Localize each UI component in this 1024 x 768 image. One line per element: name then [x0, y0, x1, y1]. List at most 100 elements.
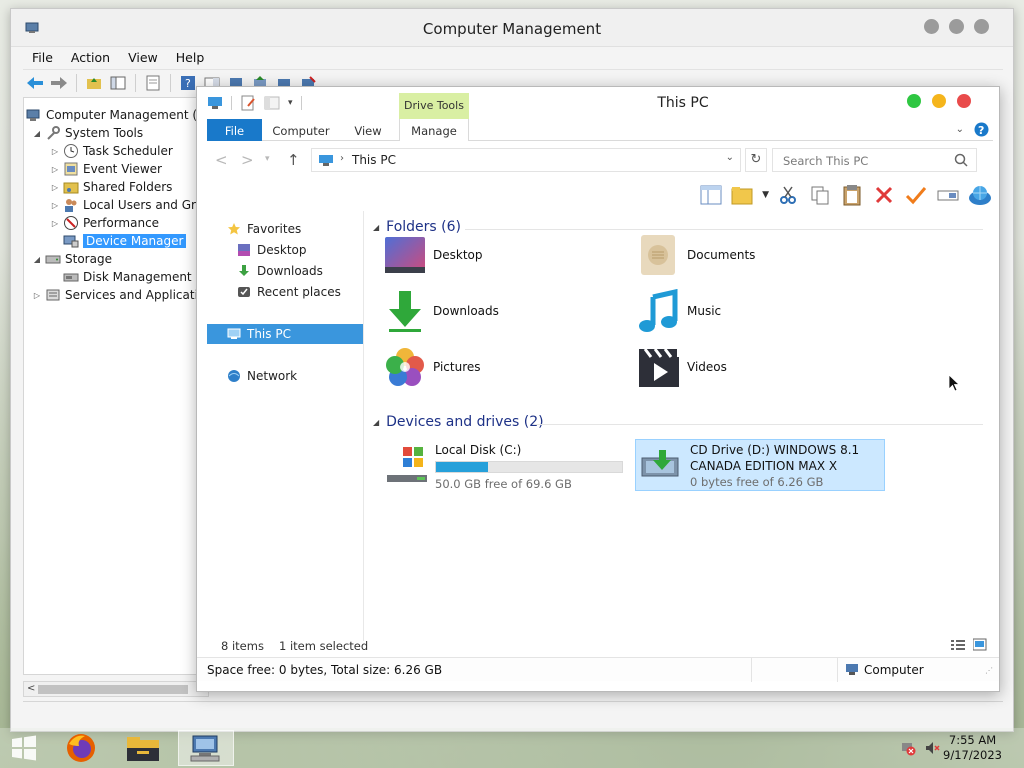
details-view-icon[interactable] [951, 639, 965, 651]
drive-tile-d[interactable]: CD Drive (D:) WINDOWS 8.1 CANADA EDITION… [635, 439, 885, 491]
tree-item-local-users[interactable]: ▷ Local Users and Grou [50, 196, 208, 214]
folder-tile-documents[interactable]: Documents [637, 233, 755, 277]
folder-tile-desktop[interactable]: Desktop [383, 233, 483, 277]
nav-downloads[interactable]: Downloads [207, 261, 363, 281]
search-input[interactable]: Search This PC [772, 148, 977, 172]
tree-item-task-scheduler[interactable]: ▷ Task Scheduler [50, 142, 173, 160]
nav-recent-places[interactable]: Recent places [207, 282, 363, 302]
up-folder-icon[interactable] [84, 73, 104, 93]
new-folder-icon[interactable] [730, 182, 756, 208]
tab-view[interactable]: View [343, 119, 393, 141]
tab-manage[interactable]: Manage [399, 119, 469, 141]
tree-item-performance[interactable]: ▷ Performance [50, 214, 159, 232]
search-icon[interactable] [954, 153, 968, 167]
expand-arrow-icon[interactable]: ▷ [50, 219, 60, 228]
taskbar-computer-management[interactable] [178, 730, 234, 766]
taskbar-firefox[interactable] [56, 730, 106, 766]
help-icon[interactable]: ? [178, 73, 198, 93]
recent-locations-dropdown-icon[interactable]: ▾ [265, 154, 270, 164]
folder-tile-pictures[interactable]: Pictures [383, 345, 481, 389]
forward-arrow-icon[interactable] [49, 73, 69, 93]
cm-titlebar[interactable]: Computer Management [11, 9, 1013, 47]
network-globe-icon[interactable] [967, 182, 993, 208]
check-properties-icon[interactable] [903, 182, 929, 208]
nav-this-pc[interactable]: This PC [207, 324, 363, 344]
tab-computer[interactable]: Computer [269, 119, 333, 141]
collapse-group-icon[interactable]: ◢ [373, 223, 379, 232]
large-icons-view-icon[interactable] [973, 638, 987, 652]
scrollbar-thumb[interactable] [38, 685, 188, 694]
address-dropdown-icon[interactable]: ⌄ [726, 152, 734, 163]
expand-arrow-icon[interactable]: ▷ [50, 183, 60, 192]
tree-item-disk-management[interactable]: Disk Management [63, 268, 192, 286]
refresh-icon[interactable]: ↻ [745, 148, 767, 172]
tree-item-services-applications[interactable]: ▷ Services and Application [32, 286, 208, 304]
item-count: 8 items [221, 639, 264, 653]
file-explorer-icon [127, 737, 159, 761]
cut-icon[interactable] [775, 182, 801, 208]
forward-button-icon[interactable]: > [241, 151, 254, 169]
expand-arrow-icon[interactable]: ▷ [50, 201, 60, 210]
preview-pane-icon[interactable] [698, 182, 724, 208]
menu-view[interactable]: View [119, 47, 167, 69]
up-arrow-icon[interactable]: ↑ [287, 151, 300, 169]
rename-icon[interactable] [935, 182, 961, 208]
collapse-group-icon[interactable]: ◢ [373, 418, 379, 427]
tab-file[interactable]: File [207, 119, 262, 141]
maximize-button[interactable] [907, 94, 921, 108]
minimize-button[interactable] [932, 94, 946, 108]
device-manager-icon [63, 235, 79, 248]
tree-item-root[interactable]: Computer Management (Lo [26, 106, 208, 124]
expand-arrow-icon[interactable]: ▷ [50, 147, 60, 156]
drive-tile-c[interactable]: Local Disk (C:) 50.0 GB free of 69.6 GB [381, 439, 627, 491]
maximize-button[interactable] [949, 19, 964, 34]
minimize-button[interactable] [924, 19, 939, 34]
taskbar-file-explorer[interactable] [118, 730, 168, 766]
folder-tile-music[interactable]: Music [637, 289, 721, 333]
delete-icon[interactable] [871, 182, 897, 208]
expand-ribbon-chevron-icon[interactable]: ⌄ [956, 124, 964, 135]
folder-tile-downloads[interactable]: Downloads [383, 289, 499, 333]
nav-favorites[interactable]: Favorites [207, 219, 363, 239]
system-clock[interactable]: 7:55 AM 9/17/2023 [943, 733, 1002, 763]
copy-icon[interactable] [807, 182, 833, 208]
expand-arrow-icon[interactable]: ▷ [50, 165, 60, 174]
console-tree[interactable]: Computer Management (Lo ◢ System Tools ▷… [23, 97, 209, 675]
back-button-icon[interactable]: < [215, 151, 228, 169]
show-hide-tree-icon[interactable] [108, 73, 128, 93]
folder-tile-videos[interactable]: Videos [637, 345, 727, 389]
nav-network[interactable]: Network [207, 366, 363, 386]
volume-muted-icon[interactable] [924, 740, 940, 756]
drives-group-header[interactable]: ◢ Devices and drives (2) [373, 414, 544, 430]
cd-drive-icon [641, 450, 679, 477]
tree-horizontal-scrollbar[interactable]: < [23, 681, 209, 697]
network-status-icon[interactable] [900, 740, 916, 756]
breadcrumb-chevron-icon[interactable]: › [340, 153, 344, 164]
menu-action[interactable]: Action [62, 47, 119, 69]
paste-icon[interactable] [839, 182, 865, 208]
tree-item-shared-folders[interactable]: ▷ Shared Folders [50, 178, 172, 196]
collapse-arrow-icon[interactable]: ◢ [32, 129, 42, 138]
address-bar[interactable]: › This PC ⌄ [311, 148, 741, 172]
resize-grip-icon[interactable]: ⋰ [985, 666, 993, 675]
tree-item-event-viewer[interactable]: ▷ Event Viewer [50, 160, 162, 178]
pc-titlebar[interactable]: ▾ Drive Tools This PC [197, 87, 999, 119]
nav-desktop[interactable]: Desktop [207, 240, 363, 260]
close-button[interactable] [974, 19, 989, 34]
help-icon[interactable]: ? [974, 122, 989, 137]
scroll-left-arrow-icon[interactable]: < [27, 683, 35, 694]
folder-label: Videos [687, 360, 727, 374]
tree-item-storage[interactable]: ◢ Storage [32, 250, 112, 268]
start-button[interactable] [0, 730, 48, 766]
expand-arrow-icon[interactable]: ▷ [32, 291, 42, 300]
menu-help[interactable]: Help [167, 47, 214, 69]
new-folder-dropdown-icon[interactable]: ▼ [762, 190, 769, 200]
menu-file[interactable]: File [23, 47, 62, 69]
content-pane[interactable]: ◢ Folders (6) Desktop Documents Download… [365, 211, 985, 641]
collapse-arrow-icon[interactable]: ◢ [32, 255, 42, 264]
tree-item-device-manager[interactable]: Device Manager [63, 232, 187, 250]
back-arrow-icon[interactable] [25, 73, 45, 93]
close-button[interactable] [957, 94, 971, 108]
tree-item-system-tools[interactable]: ◢ System Tools [32, 124, 143, 142]
properties-icon[interactable] [143, 73, 163, 93]
